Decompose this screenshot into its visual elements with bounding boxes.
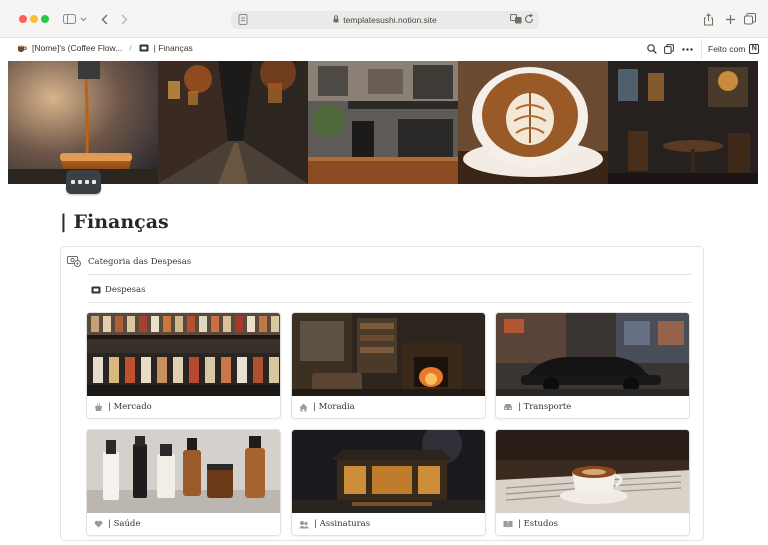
page-info-icon[interactable]	[238, 14, 248, 27]
divider	[87, 302, 692, 303]
card-label: | Moradia	[299, 402, 355, 412]
tab-despesas-label: Despesas	[105, 285, 146, 295]
card-label: | Assinaturas	[299, 519, 370, 529]
gallery-card-saude[interactable]: | Saúde	[86, 429, 281, 536]
callout-heading: Categoria das Despesas	[67, 256, 191, 267]
cover-panel-latte	[458, 61, 608, 184]
card-cover-image	[496, 430, 689, 513]
minimize-window-button[interactable]	[30, 15, 38, 23]
translate-icon[interactable]	[510, 14, 522, 26]
chevron-down-icon[interactable]	[79, 11, 87, 27]
card-title: | Estudos	[518, 519, 558, 529]
card-title: | Mercado	[108, 402, 152, 412]
made-with-label: Feito com	[708, 43, 746, 54]
subscription-icon	[299, 520, 309, 529]
card-cover-image	[496, 313, 689, 396]
breadcrumb-current[interactable]: | Finanças	[139, 43, 193, 53]
address-bar[interactable]: templatesushi.notion.site	[231, 11, 539, 29]
money-transfer-icon	[67, 256, 81, 267]
gallery-card-assinaturas[interactable]: | Assinaturas	[291, 429, 486, 536]
breadcrumb-separator: /	[129, 43, 132, 53]
card-title: | Assinaturas	[314, 519, 371, 529]
gallery-card-estudos[interactable]: | Estudos	[495, 429, 690, 536]
url-text: templatesushi.notion.site	[343, 15, 437, 25]
home-icon	[299, 403, 308, 412]
lock-icon	[333, 15, 339, 25]
card-title: | Saúde	[108, 519, 141, 529]
page-cover	[8, 61, 758, 184]
share-icon[interactable]	[702, 11, 714, 27]
gallery-card-mercado[interactable]: | Mercado	[86, 312, 281, 419]
made-with-notion-button[interactable]: Feito com N	[701, 39, 766, 58]
breadcrumb-root-label: [Nome]'s (Coffee Flow...	[32, 43, 123, 53]
cover-panel-street	[158, 61, 308, 184]
gallery-card-moradia[interactable]: | Moradia	[291, 312, 486, 419]
card-label: | Mercado	[94, 402, 152, 412]
card-cover-image	[87, 430, 280, 513]
card-title: | Moradia	[313, 402, 355, 412]
cover-panel-cafe-counter	[308, 61, 458, 184]
forward-button[interactable]	[119, 11, 129, 27]
sidebar-toggle-icon[interactable]	[62, 11, 76, 27]
breadcrumb-root[interactable]: [Nome]'s (Coffee Flow...	[17, 43, 122, 53]
callout-block: Categoria das Despesas Despesas | Mercad…	[60, 246, 704, 541]
page-icon-wallet[interactable]	[66, 170, 101, 194]
book-icon	[503, 520, 513, 528]
notion-logo-icon: N	[749, 43, 760, 54]
wallet-icon	[139, 44, 149, 52]
close-window-button[interactable]	[19, 15, 27, 23]
card-label: | Saúde	[94, 519, 140, 529]
store-icon	[94, 402, 103, 412]
tab-overview-icon[interactable]	[744, 11, 756, 27]
heart-icon	[94, 520, 103, 528]
new-tab-icon[interactable]	[724, 11, 736, 27]
card-label: | Transporte	[503, 402, 571, 412]
cover-panel-espresso	[8, 61, 158, 184]
more-options-icon[interactable]	[681, 43, 693, 55]
cover-panel-terrace	[608, 61, 758, 184]
card-cover-image	[87, 313, 280, 396]
page-title: | Finanças	[60, 211, 169, 233]
reload-icon[interactable]	[524, 13, 534, 26]
coffee-cup-icon	[17, 44, 27, 53]
gallery-card-transporte[interactable]: | Transporte	[495, 312, 690, 419]
search-icon[interactable]	[646, 43, 658, 55]
maximize-window-button[interactable]	[41, 15, 49, 23]
browser-toolbar: templatesushi.notion.site	[0, 0, 768, 38]
tab-despesas[interactable]: Despesas	[91, 285, 145, 295]
wallet-icon	[91, 286, 101, 294]
notion-topbar: [Nome]'s (Coffee Flow... / | Finanças	[0, 38, 768, 60]
duplicate-icon[interactable]	[663, 43, 675, 55]
card-cover-image	[292, 430, 485, 513]
back-button[interactable]	[99, 11, 109, 27]
card-label: | Estudos	[503, 519, 558, 529]
breadcrumb: [Nome]'s (Coffee Flow... / | Finanças	[17, 43, 193, 53]
divider	[87, 274, 692, 275]
card-title: | Transporte	[518, 402, 572, 412]
callout-heading-text: Categoria das Despesas	[88, 256, 192, 267]
car-icon	[503, 403, 513, 411]
breadcrumb-current-label: | Finanças	[153, 43, 193, 53]
card-cover-image	[292, 313, 485, 396]
